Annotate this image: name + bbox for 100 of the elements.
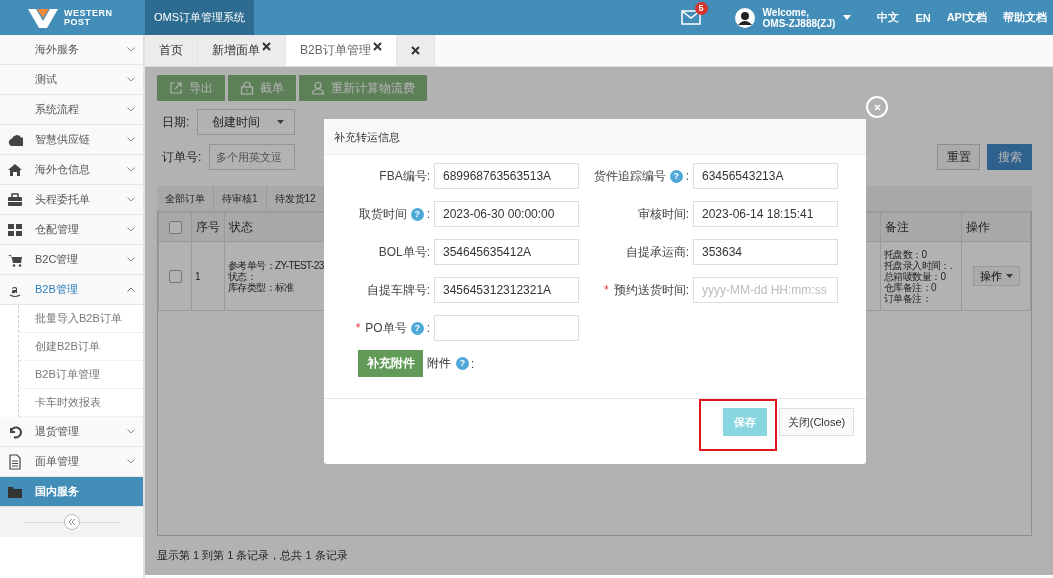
field-label: PO单号 [365, 319, 407, 337]
field-label: : [471, 356, 475, 371]
chevron-icon [127, 107, 135, 112]
cell-text: 参考单号：ZY-TEST-23 [228, 259, 324, 271]
page-tab[interactable]: B2B订单管理 [286, 35, 397, 66]
input-field[interactable]: 2023-06-14 18:15:41 [693, 201, 838, 227]
required-mark: * [355, 321, 361, 335]
cell-text: 仓库备注：0 [884, 281, 936, 293]
input-field[interactable]: yyyy-MM-dd HH:mm:ss [693, 277, 838, 303]
header-link[interactable]: 中文 [877, 10, 900, 25]
sidebar-item[interactable]: 退货管理 [0, 417, 143, 447]
field-label: : [685, 169, 689, 183]
sidebar-item[interactable]: 测试 [0, 65, 143, 95]
field-label: 日期: [162, 113, 190, 131]
notification-badge: 5 [694, 2, 708, 15]
checkbox[interactable] [168, 270, 182, 284]
required-mark: * [604, 283, 609, 297]
close-button[interactable]: 关闭(Close) [779, 408, 854, 436]
cell-text: 总箱唛数量：0 [884, 270, 946, 282]
close-button[interactable] [866, 96, 888, 118]
welcome-text: Welcome, [762, 6, 811, 18]
status-tab[interactable]: 待审核1 [214, 186, 267, 211]
chevron-icon [127, 287, 135, 292]
input-field[interactable] [434, 315, 579, 341]
field-label: : [426, 321, 430, 335]
user-icon [311, 81, 325, 95]
sidebar-item[interactable]: B2C管理 [0, 245, 143, 275]
logo-icon [28, 6, 58, 29]
column-header: 序号 [191, 212, 225, 242]
checkbox[interactable] [168, 221, 182, 235]
chevron-icon [127, 257, 135, 262]
sidebar-item[interactable]: 海外仓信息 [0, 155, 143, 185]
input-field[interactable]: 689968763563513A [434, 163, 579, 189]
user-name[interactable]: OMS-ZJ888(ZJ) [762, 17, 836, 29]
table-cell: 1 [191, 241, 225, 311]
field-label: 审核时间: [637, 205, 689, 223]
chevron-icon [127, 197, 135, 202]
header-link[interactable]: 帮助文档 [1003, 10, 1047, 25]
page-tab[interactable]: 新增面单 [198, 35, 286, 66]
field-label: 订单号: [162, 148, 202, 166]
logo-text: POST [64, 17, 92, 27]
chevron-icon [127, 227, 135, 232]
cell-text: 托盘数：0 [884, 248, 927, 260]
chevron-icon [127, 47, 135, 52]
cell-text: 订单备注： [884, 292, 931, 304]
field-label: 预约送货时间: [613, 281, 689, 299]
input-field[interactable]: 353634 [693, 239, 838, 265]
sidebar-item[interactable]: 国内服务 [0, 477, 143, 507]
briefcase-icon [6, 191, 23, 208]
system-title[interactable]: OMS订单管理系统 [145, 0, 255, 35]
input-field[interactable]: 354645635412A [434, 239, 579, 265]
home-icon [6, 161, 23, 178]
page-tab[interactable]: 首页 [145, 35, 198, 66]
action-dropdown[interactable]: 操作 [972, 266, 1020, 286]
avatar-icon [734, 7, 755, 28]
close-tabs-button[interactable] [396, 35, 435, 66]
sidebar-item[interactable]: B2B管理 [0, 275, 143, 305]
pagination-info: 显示第 1 到第 1 条记录，总共 1 条记录 [157, 548, 349, 563]
chevron-icon [127, 429, 135, 434]
header-link[interactable]: EN [915, 11, 931, 24]
field-label: 自提承运商: [625, 243, 689, 261]
chevron-icon [127, 77, 135, 82]
caret-icon [843, 15, 852, 20]
order-number-field[interactable]: 多个用英文逗 [209, 144, 296, 170]
field-label: FBA编号: [379, 167, 430, 185]
field-label: BOL单号: [378, 243, 430, 261]
header-link[interactable]: API文档 [946, 10, 987, 25]
chevron-icon [127, 459, 135, 464]
status-tab[interactable]: 全部订单 [157, 186, 214, 211]
input-field[interactable]: 63456543213A [693, 163, 838, 189]
cell-text: 托盘录入时间：. [884, 259, 952, 271]
input-field[interactable]: 2023-06-30 00:00:00 [434, 201, 579, 227]
input-field[interactable]: 345645312312321A [434, 277, 579, 303]
grid-icon [6, 221, 23, 238]
date-select[interactable]: 创建时间 [197, 109, 296, 135]
sidebar-item[interactable]: 头程委托单 [0, 185, 143, 215]
dialog-title: 补充转运信息 [324, 119, 866, 155]
collapse-icon [63, 514, 80, 530]
field-label: 货件追踪编号 [593, 167, 666, 185]
export-icon [169, 81, 183, 95]
sidebar-item[interactable]: 智慧供应链 [0, 125, 143, 155]
field-label: 自提车牌号: [366, 281, 430, 299]
caret-icon [277, 120, 285, 124]
lock-icon [240, 81, 254, 95]
column-header: 操作 [961, 212, 1031, 242]
caret-icon [1005, 274, 1013, 278]
sidebar-item[interactable]: 面单管理 [0, 447, 143, 477]
column-header: 备注 [880, 212, 962, 242]
close-icon [410, 46, 420, 55]
cell-text: 状态： [228, 270, 257, 282]
sidebar-item[interactable]: 系统流程 [0, 95, 143, 125]
cell-text: 库存类型：标准 [228, 281, 294, 293]
logo-text: WESTERN [64, 8, 113, 18]
document-icon [6, 453, 23, 470]
sidebar-item[interactable]: 仓配管理 [0, 215, 143, 245]
close-icon [873, 103, 881, 111]
sidebar-item[interactable]: 海外服务 [0, 35, 143, 65]
field-label: 附件 [427, 355, 451, 372]
reset-button[interactable]: 重置 [937, 144, 980, 170]
mail-icon [680, 10, 701, 25]
